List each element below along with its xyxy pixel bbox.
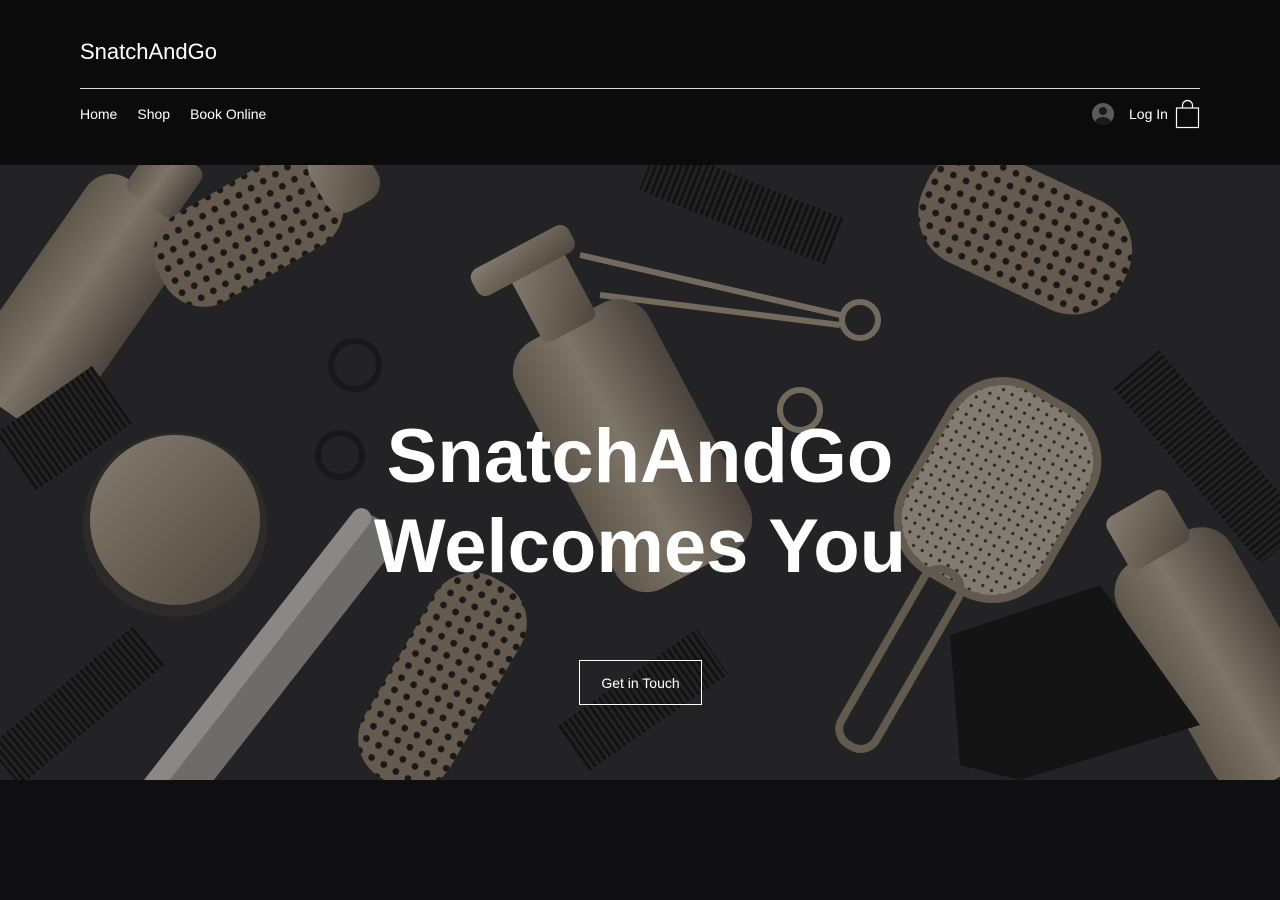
shopping-bag-icon bbox=[1175, 99, 1200, 129]
user-avatar-icon bbox=[1092, 103, 1114, 125]
hero-section: SnatchAndGo Welcomes You Get in Touch bbox=[0, 165, 1280, 780]
hero-title: SnatchAndGo Welcomes You bbox=[0, 412, 1280, 592]
login-button[interactable]: Log In bbox=[1092, 103, 1168, 125]
nav-item-shop[interactable]: Shop bbox=[137, 106, 170, 122]
cart-button[interactable] bbox=[1175, 99, 1200, 129]
nav-item-book-online[interactable]: Book Online bbox=[190, 106, 266, 122]
page-bottom-band bbox=[0, 780, 1280, 900]
main-nav: Home Shop Book Online bbox=[80, 106, 266, 122]
hero-title-line2: Welcomes You bbox=[373, 504, 907, 589]
login-label: Log In bbox=[1129, 106, 1168, 122]
site-title-link[interactable]: SnatchAndGo bbox=[80, 39, 217, 65]
header-divider bbox=[80, 88, 1200, 89]
hero-title-line1: SnatchAndGo bbox=[386, 414, 894, 499]
site-header: SnatchAndGo Home Shop Book Online Log In bbox=[0, 0, 1280, 165]
get-in-touch-button[interactable]: Get in Touch bbox=[579, 660, 702, 705]
nav-item-home[interactable]: Home bbox=[80, 106, 117, 122]
